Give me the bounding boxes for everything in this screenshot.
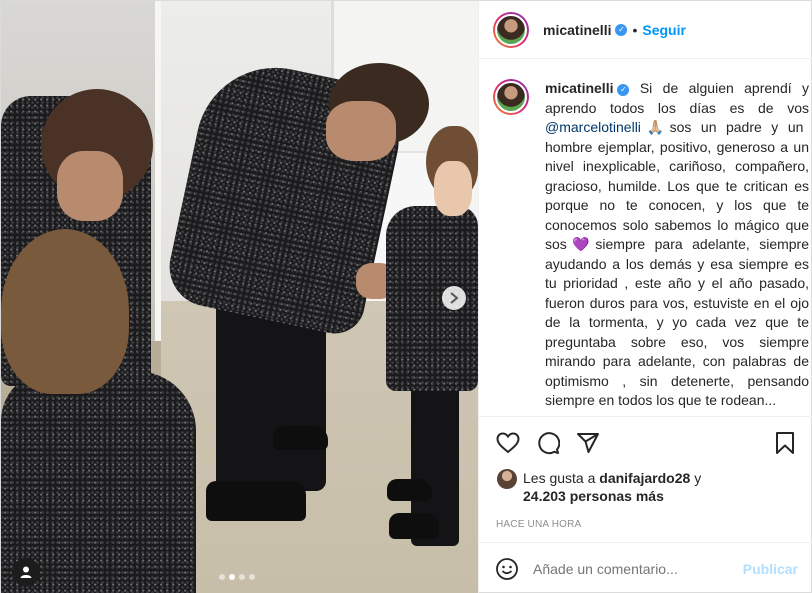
post-modal: micatinelli ✓ • Seguir micatinelli ✓ Si d… bbox=[0, 0, 812, 593]
share-icon bbox=[577, 433, 599, 453]
author-avatar[interactable] bbox=[493, 11, 529, 48]
chevron-right-icon bbox=[450, 292, 459, 304]
likes-summary: Les gusta a danifajardo28 y 24.203 perso… bbox=[479, 469, 812, 505]
caption-ending: siempre para adelante, siempre ayudando … bbox=[545, 236, 809, 408]
man-shoe-left bbox=[206, 481, 306, 521]
action-bar bbox=[479, 417, 812, 469]
boy-face bbox=[434, 161, 472, 216]
share-button[interactable] bbox=[575, 430, 601, 456]
comment-icon bbox=[538, 432, 560, 455]
comment-box: Publicar bbox=[479, 542, 812, 593]
reflection-boy-hair bbox=[1, 229, 129, 394]
likes-count-link[interactable]: 24.203 personas más bbox=[523, 488, 664, 504]
save-button[interactable] bbox=[772, 430, 798, 456]
carousel-indicator bbox=[219, 574, 255, 580]
post-panel: micatinelli ✓ • Seguir micatinelli ✓ Si d… bbox=[478, 1, 812, 593]
post-header: micatinelli ✓ • Seguir bbox=[479, 1, 812, 59]
tagged-users-button[interactable] bbox=[12, 558, 40, 586]
likes-conjunction: y bbox=[694, 470, 702, 486]
header-separator: • bbox=[632, 21, 638, 38]
verified-badge-icon: ✓ bbox=[617, 84, 630, 96]
pray-emoji-icon: 🙏🏼 bbox=[640, 119, 670, 135]
post-photo[interactable] bbox=[1, 1, 478, 593]
carousel-dot bbox=[219, 574, 225, 580]
author-username[interactable]: micatinelli bbox=[543, 22, 611, 38]
reflection-man-face bbox=[57, 151, 123, 221]
caption-mention-link[interactable]: @marcelotinelli bbox=[545, 119, 641, 135]
publish-button[interactable]: Publicar bbox=[743, 561, 798, 577]
likes-prefix: Les gusta a bbox=[523, 470, 596, 486]
carousel-dot bbox=[229, 574, 235, 580]
caption-text: micatinelli ✓ Si de alguien aprendí y apr… bbox=[545, 79, 809, 415]
caption-body: sos un padre y un hombre ejemplar, posit… bbox=[545, 119, 809, 252]
man-face bbox=[326, 101, 396, 161]
liker-username[interactable]: danifajardo28 bbox=[599, 470, 690, 486]
liker-avatar[interactable] bbox=[497, 469, 517, 489]
caption-username[interactable]: micatinelli bbox=[545, 80, 613, 96]
man-shoe-right bbox=[273, 426, 328, 450]
post-timestamp[interactable]: HACE UNA HORA bbox=[479, 519, 812, 530]
next-photo-button[interactable] bbox=[442, 286, 466, 310]
bookmark-icon bbox=[776, 432, 794, 454]
carousel-dot bbox=[239, 574, 245, 580]
post-caption: micatinelli ✓ Si de alguien aprendí y apr… bbox=[493, 79, 811, 415]
purple-heart-emoji-icon: 💜 bbox=[566, 236, 596, 252]
comment-button[interactable] bbox=[535, 430, 561, 456]
like-button[interactable] bbox=[495, 430, 521, 456]
boy-shoe-right bbox=[389, 513, 439, 539]
caption-avatar[interactable] bbox=[493, 79, 529, 115]
person-icon bbox=[20, 566, 32, 578]
heart-outline-icon bbox=[496, 432, 520, 454]
verified-badge-icon: ✓ bbox=[615, 23, 628, 36]
boy-shoe-left bbox=[387, 479, 432, 501]
smiley-icon[interactable] bbox=[495, 557, 519, 581]
carousel-dot bbox=[249, 574, 255, 580]
comment-input[interactable] bbox=[533, 560, 743, 577]
follow-button[interactable]: Seguir bbox=[642, 22, 686, 38]
post-actions-area: Les gusta a danifajardo28 y 24.203 perso… bbox=[479, 416, 812, 530]
